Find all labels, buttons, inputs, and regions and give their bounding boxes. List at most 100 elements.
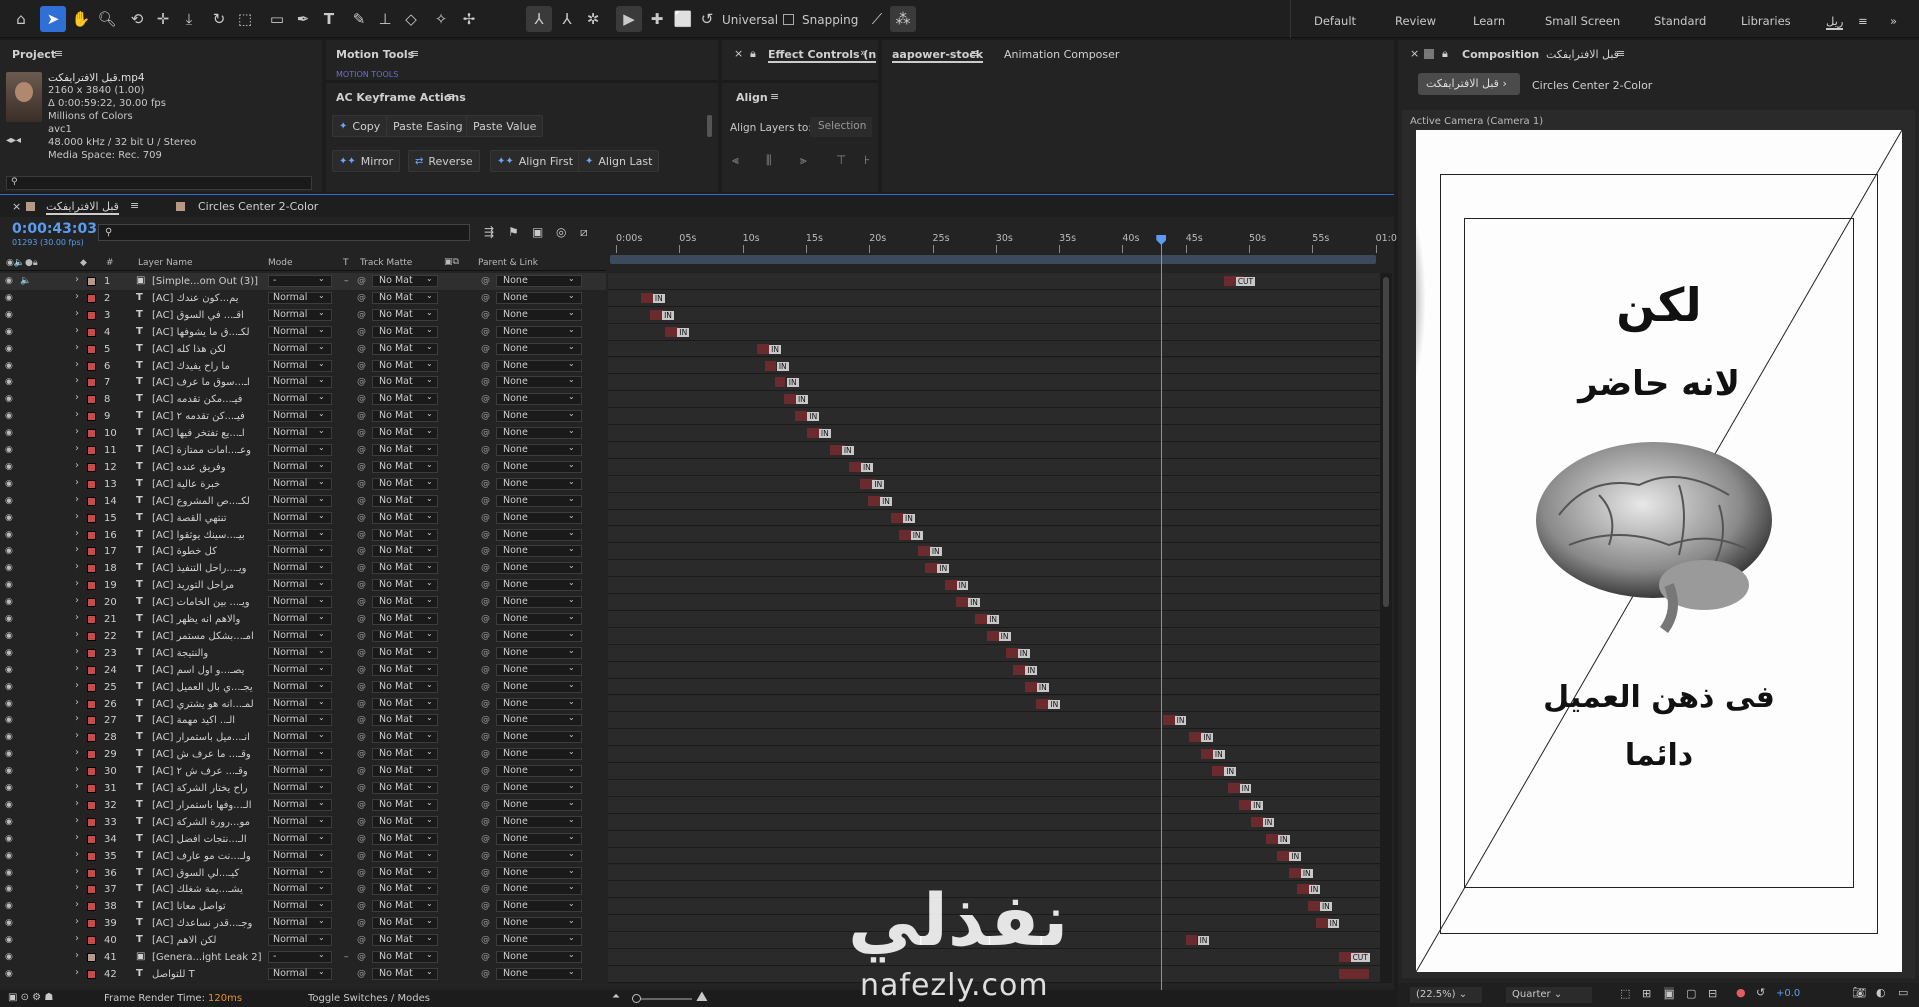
home-icon[interactable]: ⌂: [8, 6, 34, 32]
label-color[interactable]: [87, 767, 96, 777]
label-color[interactable]: [87, 682, 96, 692]
layer-name[interactable]: [AC] تواصل معانا: [152, 901, 262, 912]
label-color[interactable]: [87, 902, 96, 912]
expand-arrow-icon[interactable]: ›: [75, 697, 79, 708]
matte-link-icon[interactable]: @: [357, 783, 366, 793]
layer-row[interactable]: ◉ › 10 T [AC] اـ...يع تفتخر فيها Normal ⌄ @ No M…: [0, 425, 606, 442]
transition-tag[interactable]: IN: [677, 327, 690, 337]
transition-tag[interactable]: IN: [1251, 800, 1263, 810]
parent-pickwhip-icon[interactable]: @: [481, 918, 490, 928]
snap-grid-icon[interactable]: ⁂: [890, 6, 916, 32]
visibility-eye-icon[interactable]: ◉: [5, 851, 13, 861]
parent-pickwhip-icon[interactable]: @: [481, 715, 490, 725]
channel-icon[interactable]: ⊟: [1708, 987, 1717, 1000]
align-right-icon[interactable]: ⫸: [800, 153, 807, 168]
visibility-eye-icon[interactable]: ◉: [5, 276, 13, 286]
track-row[interactable]: IN: [608, 323, 1380, 341]
current-time[interactable]: 0:00:43:03: [12, 221, 97, 237]
expand-arrow-icon[interactable]: ›: [75, 798, 79, 809]
label-color[interactable]: [87, 665, 96, 675]
layer-row[interactable]: ◉ › 42 T للتواصل T Normal ⌄ @ No Mat ⌄ @ None ⌄: [0, 966, 606, 983]
visibility-eye-icon[interactable]: ◉: [5, 952, 13, 962]
pen-tool-icon[interactable]: ✒: [290, 6, 316, 32]
layer-row[interactable]: ◉ › 34 T [AC] الـ...نتجات افضل Normal ⌄ @ No Mat…: [0, 831, 606, 848]
label-color[interactable]: [87, 378, 96, 388]
keyframe-scrollbar[interactable]: [707, 115, 712, 137]
label-color[interactable]: [87, 277, 96, 286]
transition-tag[interactable]: IN: [1212, 750, 1225, 760]
visibility-eye-icon[interactable]: ◉: [5, 614, 13, 624]
parent-pickwhip-icon[interactable]: @: [481, 665, 490, 675]
orbit-icon[interactable]: ↻: [206, 6, 232, 32]
layer-name[interactable]: [AC] وجـ...قدر نساعدك: [152, 918, 262, 929]
align-vcenter-icon[interactable]: ⊦: [864, 153, 870, 167]
workspace-standard[interactable]: Standard: [1654, 14, 1706, 28]
parent-pickwhip-icon[interactable]: @: [481, 614, 490, 624]
transition-tag[interactable]: IN: [1289, 851, 1302, 861]
layer-name[interactable]: للتواصل T: [152, 969, 262, 980]
label-color[interactable]: [87, 429, 96, 439]
parent-pickwhip-icon[interactable]: @: [481, 361, 490, 371]
label-color[interactable]: [87, 412, 96, 422]
layer-name[interactable]: [AC] خبرة عالية: [152, 479, 262, 490]
layer-name[interactable]: [AC] تنتهي القصة: [152, 513, 262, 524]
timeline-tab-other[interactable]: Circles Center 2-Color: [198, 200, 318, 213]
expand-arrow-icon[interactable]: ›: [75, 663, 79, 674]
layer-row[interactable]: ◉ › 22 T [AC] امـ...بشكل مستمر Normal ⌄ @ No Mat…: [0, 628, 606, 645]
expand-arrow-icon[interactable]: ›: [75, 528, 79, 539]
visibility-eye-icon[interactable]: ◉: [5, 293, 13, 303]
matte-link-icon[interactable]: @: [357, 394, 366, 404]
layer-name[interactable]: [AC] اـ...يع تفتخر فيها: [152, 428, 262, 439]
visibility-eye-icon[interactable]: ◉: [5, 682, 13, 692]
transition-tag[interactable]: IN: [929, 547, 942, 557]
animation-composer-tab[interactable]: Animation Composer: [1004, 48, 1119, 61]
align-first-button[interactable]: ✦✦ Align First: [490, 150, 581, 172]
matte-link-icon[interactable]: @: [357, 715, 366, 725]
matte-link-icon[interactable]: @: [357, 361, 366, 371]
layer-name[interactable]: [Simple...om Out (3)]: [152, 276, 262, 287]
track-row[interactable]: IN: [608, 678, 1380, 696]
label-color[interactable]: [87, 361, 96, 371]
track-row[interactable]: IN: [608, 746, 1380, 764]
parent-pickwhip-icon[interactable]: @: [481, 428, 490, 438]
layer-row[interactable]: ◉ › 35 T [AC] ولـ...نت مو عارف Normal ⌄ @ No Mat…: [0, 848, 606, 865]
track-row[interactable]: IN: [608, 391, 1380, 409]
parent-pickwhip-icon[interactable]: @: [481, 749, 490, 759]
layer-row[interactable]: ◉ › 5 T [AC] لكن هذا كله Normal ⌄ @ No Mat ⌄ @ None…: [0, 341, 606, 358]
visibility-eye-icon[interactable]: ◉: [5, 513, 13, 523]
axis-world-icon[interactable]: ⅄: [554, 6, 580, 32]
matte-link-icon[interactable]: @: [357, 817, 366, 827]
text-tool-icon[interactable]: T: [316, 6, 342, 32]
label-color[interactable]: [87, 598, 96, 608]
zoom-tool-icon[interactable]: 🔍︎: [94, 6, 120, 32]
visibility-eye-icon[interactable]: ◉: [5, 344, 13, 354]
layer-name[interactable]: [AC] راح يختار الشركة: [152, 783, 262, 794]
anchor-tool-icon[interactable]: ✛: [150, 6, 176, 32]
pan-behind-icon[interactable]: ⤓: [176, 6, 202, 32]
layer-row[interactable]: ◉ › 39 T [AC] وجـ...قدر نساعدك Normal ⌄ @ No Mat…: [0, 915, 606, 932]
audio-icon[interactable]: 🔈: [20, 276, 31, 286]
slider-knob[interactable]: [632, 994, 641, 1003]
label-color[interactable]: [87, 496, 96, 506]
layer-row[interactable]: ◉ › 8 T [AC] فيـ...مكن تقدمه Normal ⌄ @ No Mat ⌄ @…: [0, 391, 606, 408]
track-row[interactable]: IN: [608, 611, 1380, 628]
parent-pickwhip-icon[interactable]: @: [481, 580, 490, 590]
layer-bar[interactable]: [1338, 968, 1370, 979]
layer-name[interactable]: [AC] لكـ...ص المشروع: [152, 496, 262, 507]
visibility-eye-icon[interactable]: ◉: [5, 563, 13, 573]
eraser-tool-icon[interactable]: ◇: [398, 6, 424, 32]
layer-name[interactable]: [AC] والنتيجة: [152, 648, 262, 659]
expand-arrow-icon[interactable]: ›: [75, 730, 79, 741]
paste-easing-button[interactable]: Paste Easing: [386, 115, 470, 137]
parent-pickwhip-icon[interactable]: @: [481, 394, 490, 404]
track-row[interactable]: IN: [608, 509, 1380, 527]
track-row[interactable]: IN: [608, 644, 1380, 662]
parent-pickwhip-icon[interactable]: @: [481, 445, 490, 455]
copy-button[interactable]: ✦ Copy: [332, 115, 388, 137]
matte-link-icon[interactable]: @: [357, 479, 366, 489]
transition-tag[interactable]: IN: [1201, 733, 1214, 743]
parent-pickwhip-icon[interactable]: @: [481, 800, 490, 810]
hand-tool-icon[interactable]: ✋: [68, 6, 94, 32]
visibility-eye-icon[interactable]: ◉: [5, 715, 13, 725]
visibility-eye-icon[interactable]: ◉: [5, 496, 13, 506]
